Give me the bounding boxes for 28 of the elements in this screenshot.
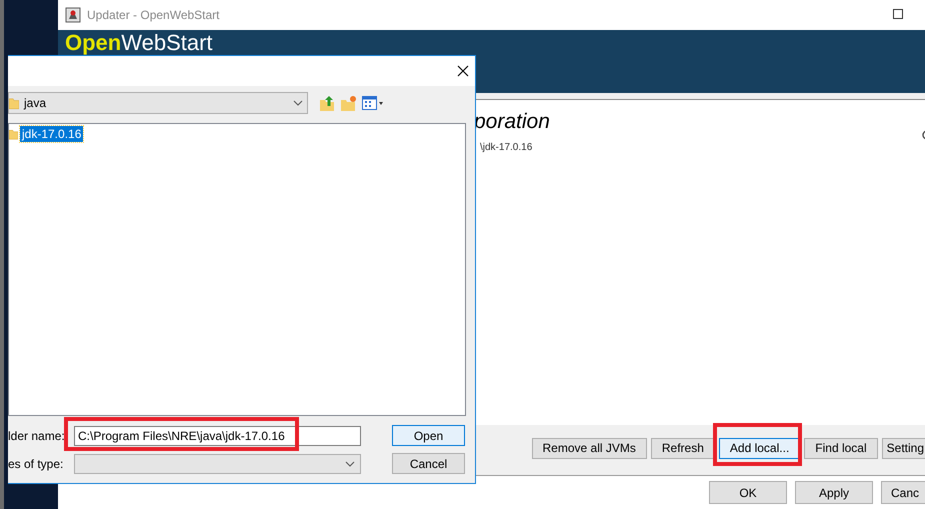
- view-menu-icon[interactable]: [362, 96, 384, 110]
- action-button[interactable]: Remove all JVMs: [532, 438, 647, 458]
- action-button[interactable]: Setting: [882, 438, 925, 458]
- folder-name-label: lder name:: [8, 428, 66, 442]
- folder-icon: [9, 96, 19, 110]
- maximize-icon[interactable]: [893, 9, 903, 19]
- window-title: Updater - OpenWebStart: [87, 8, 220, 22]
- chevron-icon: [293, 100, 303, 106]
- app-icon: [65, 7, 81, 23]
- vendor-heading: poration: [474, 110, 550, 134]
- action-button[interactable]: Refresh: [650, 438, 715, 458]
- logo: OpenWebStart: [65, 32, 213, 54]
- close-icon[interactable]: [457, 65, 469, 77]
- jvm-path: \jdk-17.0.16: [480, 142, 532, 153]
- file-item[interactable]: jdk-17.0.16: [20, 126, 84, 142]
- open-button[interactable]: Open: [392, 425, 465, 446]
- folder-icon: [9, 127, 18, 141]
- chevron-icon: [345, 460, 355, 466]
- footer-button[interactable]: OK: [709, 481, 787, 504]
- footer-button[interactable]: Apply: [795, 481, 873, 504]
- folder-name-field[interactable]: C:\Program Files\NRE\java\jdk-17.0.16: [74, 426, 361, 446]
- cancel-button[interactable]: Cancel: [392, 453, 465, 474]
- action-button[interactable]: Add local...: [718, 438, 800, 458]
- action-button[interactable]: Find local: [804, 438, 878, 458]
- footer-button[interactable]: Canc: [881, 481, 925, 504]
- up-folder-icon[interactable]: [320, 95, 336, 111]
- location-dropdown[interactable]: java: [8, 92, 308, 114]
- file-type-label: es of type:: [8, 456, 64, 470]
